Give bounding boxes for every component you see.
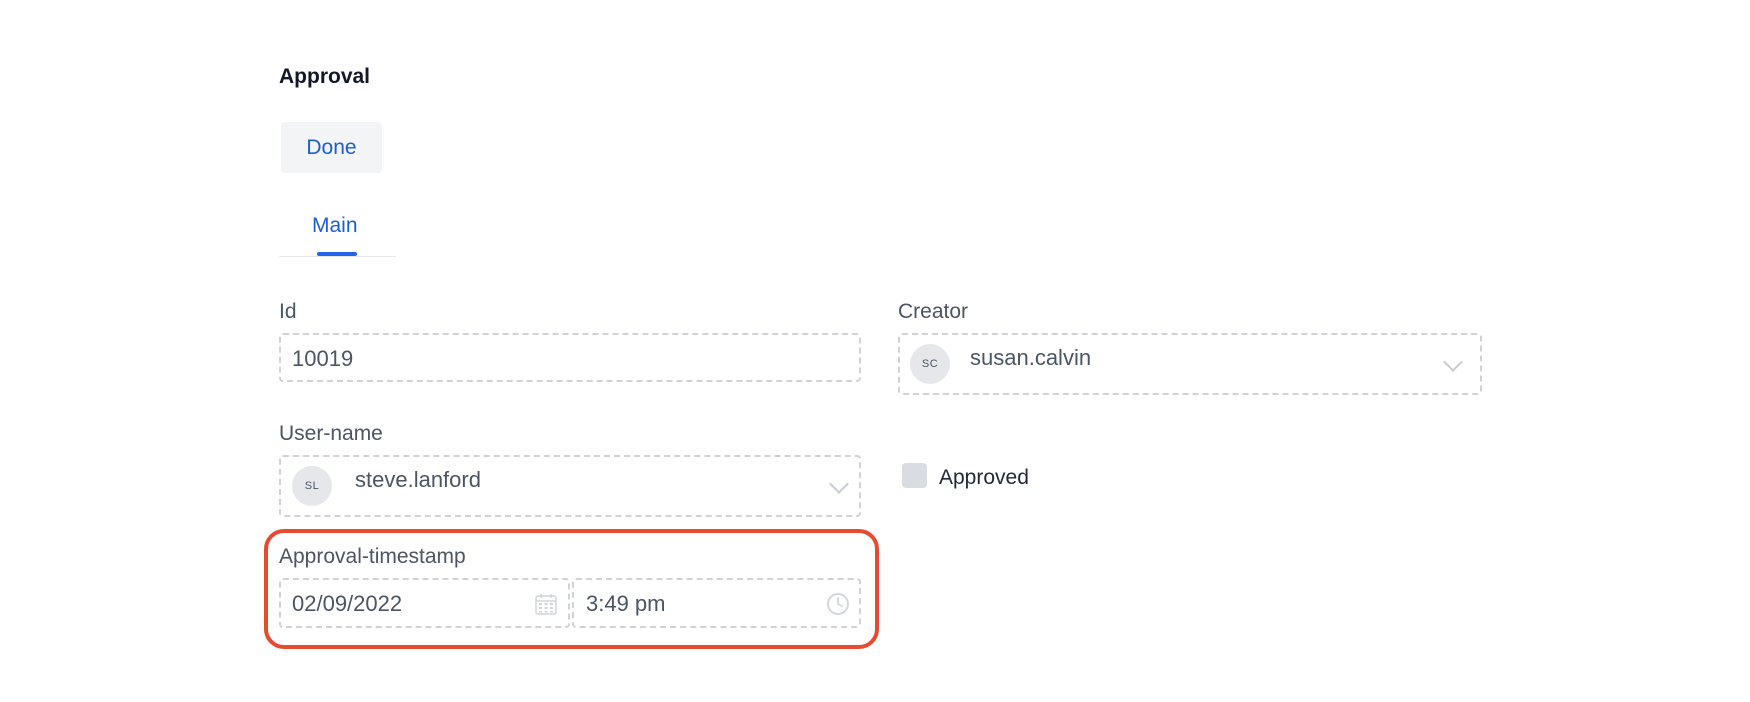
done-button[interactable]: Done [281,122,382,173]
time-value: 3:49 pm [586,591,666,616]
creator-label: Creator [898,300,969,323]
page-title: Approval [279,65,371,88]
chevron-down-icon[interactable] [829,474,849,494]
avatar: SC [910,344,950,384]
date-value: 02/09/2022 [292,591,403,616]
id-value: 10019 [292,346,354,371]
user-name-select[interactable]: SL steve.lanford [279,455,861,517]
approval-timestamp-label: Approval-timestamp [279,545,466,568]
active-tab-indicator [317,252,357,256]
creator-value: susan.calvin [970,345,1092,370]
approval-page: Approval Done Main Id 10019 Creator SC s… [0,0,1750,702]
clock-icon[interactable] [826,592,850,616]
approved-label: Approved [939,466,1029,489]
id-field[interactable]: 10019 [279,333,861,382]
time-input[interactable]: 3:49 pm [572,578,861,628]
chevron-down-icon[interactable] [1443,352,1463,372]
date-input[interactable]: 02/09/2022 [279,578,570,628]
calendar-icon[interactable] [535,593,557,615]
approved-checkbox[interactable] [902,463,927,488]
creator-select[interactable]: SC susan.calvin [898,333,1482,395]
user-name-value: steve.lanford [355,467,481,492]
id-label: Id [279,300,297,323]
tab-main[interactable]: Main [312,214,358,238]
avatar: SL [292,466,332,506]
tab-bar: Main [279,196,396,257]
user-name-label: User-name [279,422,383,445]
